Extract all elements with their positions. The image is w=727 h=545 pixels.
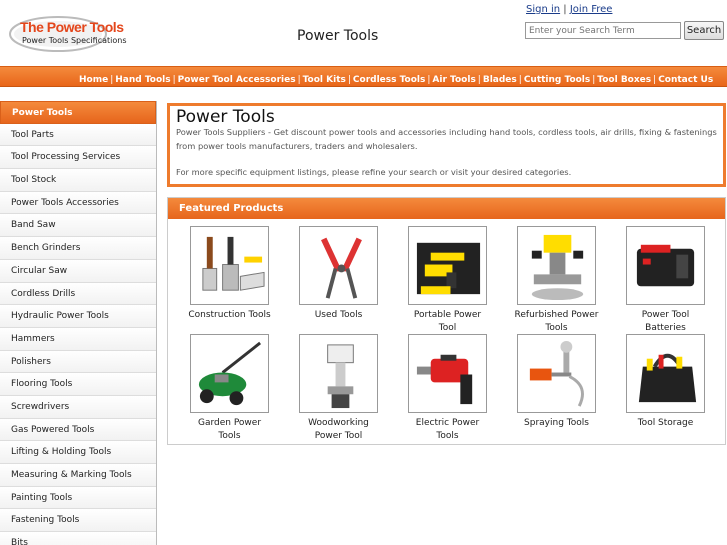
product-card[interactable]: Refurbished Power Tools — [502, 226, 611, 334]
search-button[interactable]: Search — [684, 21, 724, 40]
sidebar-item-painting-tools[interactable]: Painting Tools — [0, 486, 156, 510]
nav-separator: | — [297, 75, 301, 85]
router-icon — [531, 234, 584, 301]
top-nav: Home | Hand Tools | Power Tool Accessories | T… — [0, 66, 727, 87]
product-label[interactable]: Used Tools — [284, 309, 393, 322]
product-image[interactable] — [190, 226, 269, 305]
auth-separator: | — [560, 4, 570, 15]
product-image[interactable] — [626, 226, 705, 305]
nav-link-home[interactable]: Home — [79, 75, 108, 85]
sidebar-item-band-saw[interactable]: Band Saw — [0, 214, 156, 238]
putty-knives-icon — [202, 236, 265, 291]
nav-link-blades[interactable]: Blades — [483, 75, 517, 85]
product-label[interactable]: Woodworking Power Tool — [284, 417, 393, 442]
sidebar-item-lifting-holding-tools[interactable]: Lifting & Holding Tools — [0, 441, 156, 464]
nav-separator: | — [110, 75, 114, 85]
nav-separator: | — [347, 75, 351, 85]
product-label[interactable]: Tool Storage — [611, 417, 720, 430]
product-image[interactable] — [408, 334, 487, 413]
product-card[interactable]: Tool Storage — [611, 334, 720, 430]
battery-icon — [636, 244, 695, 287]
nav-link-cordless-tools[interactable]: Cordless Tools — [353, 75, 425, 85]
sidebar-item-fastening-tools[interactable]: Fastening Tools — [0, 509, 156, 533]
sidebar-item-circular-saw[interactable]: Circular Saw — [0, 259, 156, 283]
nav-link-cutting-tools[interactable]: Cutting Tools — [524, 75, 590, 85]
sign-in-link[interactable]: Sign in — [526, 4, 560, 15]
featured-products: Featured Products Construction Tools Used… — [167, 197, 726, 445]
rotary-hammer-icon — [416, 354, 473, 405]
sidebar-item-cordless-drills[interactable]: Cordless Drills — [0, 282, 156, 306]
product-label[interactable]: Garden Power Tools — [175, 417, 284, 442]
product-label[interactable]: Portable Power Tool — [393, 309, 502, 334]
product-label[interactable]: Power Tool Batteries — [611, 309, 720, 334]
category-sidebar: Power Tools Tool Parts Tool Processing Ser… — [0, 101, 157, 545]
sidebar-item-power-tools[interactable]: Power Tools — [0, 101, 156, 124]
logo-subtitle: Power Tools Specifications — [22, 36, 127, 45]
sidebar-item-gas-powered-tools[interactable]: Gas Powered Tools — [0, 418, 156, 442]
intro-text: Power Tools Suppliers - Get discount pow… — [176, 127, 717, 151]
nav-separator: | — [518, 75, 522, 85]
band-saw-icon — [327, 344, 354, 409]
pliers-icon — [321, 237, 362, 299]
product-image[interactable] — [626, 334, 705, 413]
sidebar-item-hydraulic-power-tools[interactable]: Hydraulic Power Tools — [0, 305, 156, 328]
product-card[interactable]: Garden Power Tools — [175, 334, 284, 442]
nav-link-air-tools[interactable]: Air Tools — [432, 75, 475, 85]
featured-heading: Featured Products — [168, 198, 725, 219]
sidebar-item-bench-grinders[interactable]: Bench Grinders — [0, 237, 156, 260]
product-card[interactable]: Spraying Tools — [502, 334, 611, 430]
nav-separator: | — [427, 75, 431, 85]
lawn-mower-icon — [198, 341, 262, 406]
cordless-drill-kit-icon — [416, 242, 481, 295]
sidebar-item-bits[interactable]: Bits — [0, 532, 156, 545]
intro-title: Power Tools — [176, 107, 275, 127]
product-image[interactable] — [299, 334, 378, 413]
intro-box: Power Tools Power Tools Suppliers - Get … — [167, 103, 726, 187]
product-card[interactable]: Portable Power Tool — [393, 226, 502, 334]
sidebar-item-measuring-marking-tools[interactable]: Measuring & Marking Tools — [0, 464, 156, 487]
product-label[interactable]: Construction Tools — [175, 309, 284, 322]
product-card[interactable]: Electric Power Tools — [393, 334, 502, 442]
nav-link-power-tool-accessories[interactable]: Power Tool Accessories — [178, 75, 296, 85]
product-image[interactable] — [517, 334, 596, 413]
sidebar-item-hammers[interactable]: Hammers — [0, 327, 156, 351]
site-logo[interactable]: The Power Tools Power Tools Specificatio… — [8, 14, 128, 56]
nav-link-tool-boxes[interactable]: Tool Boxes — [597, 75, 651, 85]
nav-separator: | — [172, 75, 176, 85]
product-label[interactable]: Spraying Tools — [502, 417, 611, 430]
nav-separator: | — [653, 75, 657, 85]
nav-link-hand-tools[interactable]: Hand Tools — [115, 75, 170, 85]
page-title: Power Tools — [297, 28, 379, 44]
sidebar-item-flooring-tools[interactable]: Flooring Tools — [0, 373, 156, 396]
auth-links: Sign in | Join Free — [526, 4, 612, 15]
sidebar-item-tool-processing-services[interactable]: Tool Processing Services — [0, 146, 156, 170]
sidebar-item-tool-stock[interactable]: Tool Stock — [0, 169, 156, 192]
sidebar-item-power-tools-accessories[interactable]: Power Tools Accessories — [0, 191, 156, 215]
tool-bag-icon — [638, 353, 697, 403]
product-image[interactable] — [408, 226, 487, 305]
sidebar-item-polishers[interactable]: Polishers — [0, 350, 156, 374]
spray-gun-icon — [529, 340, 584, 407]
nav-separator: | — [477, 75, 481, 85]
nav-link-tool-kits[interactable]: Tool Kits — [303, 75, 346, 85]
product-card[interactable]: Woodworking Power Tool — [284, 334, 393, 442]
product-card[interactable]: Used Tools — [284, 226, 393, 322]
product-label[interactable]: Electric Power Tools — [393, 417, 502, 442]
join-free-link[interactable]: Join Free — [570, 4, 613, 15]
sidebar-item-screwdrivers[interactable]: Screwdrivers — [0, 395, 156, 419]
intro-more-text: For more specific equipment listings, pl… — [176, 167, 572, 177]
search-input[interactable] — [525, 22, 681, 39]
nav-link-contact-us[interactable]: Contact Us — [658, 75, 713, 85]
product-card[interactable]: Power Tool Batteries — [611, 226, 720, 334]
top-nav-links: Home | Hand Tools | Power Tool Accessories | T… — [79, 71, 727, 90]
product-label[interactable]: Refurbished Power Tools — [502, 309, 611, 334]
product-image[interactable] — [190, 334, 269, 413]
product-card[interactable]: Construction Tools — [175, 226, 284, 322]
nav-separator: | — [592, 75, 596, 85]
sidebar-item-tool-parts[interactable]: Tool Parts — [0, 123, 156, 147]
page-header: The Power Tools Power Tools Specificatio… — [0, 0, 727, 66]
product-image[interactable] — [517, 226, 596, 305]
logo-title: The Power Tools — [20, 19, 124, 35]
product-image[interactable] — [299, 226, 378, 305]
